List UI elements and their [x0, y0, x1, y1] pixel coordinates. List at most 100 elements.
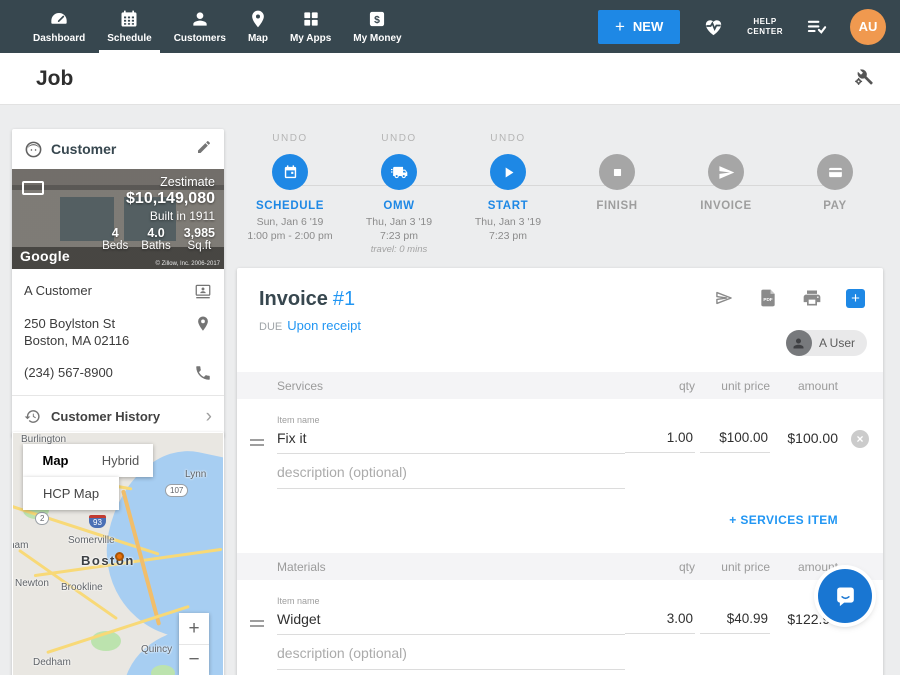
pay-step-button[interactable]: [817, 154, 853, 190]
nav-dashboard[interactable]: Dashboard: [22, 0, 96, 53]
service-line-item: Item name $100.00 ×: [237, 399, 883, 454]
start-step-button[interactable]: [490, 154, 526, 190]
step-label: SCHEDULE: [235, 200, 345, 212]
chat-bubble-icon: [832, 583, 859, 610]
send-invoice-button[interactable]: [714, 288, 734, 308]
workflow-step-invoice: INVOICE: [671, 133, 781, 212]
page-title: Job: [36, 67, 73, 91]
help-center-link[interactable]: HELP CENTER: [747, 17, 783, 37]
item-name-label: Item name: [277, 415, 625, 425]
fact-value: 4: [112, 226, 119, 240]
assignee-avatar: [786, 330, 812, 356]
unit-price-input[interactable]: [700, 430, 770, 453]
stop-icon: [609, 164, 626, 181]
contact-card-icon[interactable]: [194, 282, 212, 300]
history-icon: [24, 408, 41, 425]
property-photo[interactable]: Zestimate $10,149,080 Built in 1911 4Bed…: [12, 169, 224, 269]
qty-input[interactable]: [625, 611, 695, 634]
workflow-step-start: UNDO START Thu, Jan 3 '19 7:23 pm: [453, 133, 563, 243]
step-time: 7:23 pm: [344, 229, 454, 243]
unit-price-input[interactable]: [700, 611, 770, 634]
phone-icon[interactable]: [194, 364, 212, 382]
invoice-header: Invoice#1 DUEUpon receipt PDF +: [237, 268, 883, 372]
user-avatar[interactable]: AU: [850, 9, 886, 45]
qty-input[interactable]: [625, 430, 695, 453]
customer-contact: A Customer 250 Boylston StBoston, MA 021…: [12, 269, 224, 389]
invoice-due-row: DUEUpon receipt: [259, 317, 861, 335]
money-icon: $: [367, 9, 387, 29]
nav-label: Customers: [174, 33, 226, 44]
pdf-button[interactable]: PDF: [758, 288, 778, 308]
map-type-map-button[interactable]: Map: [23, 453, 88, 468]
omw-step-button[interactable]: [381, 154, 417, 190]
customer-card-title: Customer: [51, 141, 188, 157]
nav-label: Schedule: [107, 33, 151, 44]
line-amount: $100.00: [770, 415, 838, 446]
customer-name: A Customer: [24, 282, 194, 299]
fact-label: Sq.ft: [188, 240, 212, 252]
map-park: [151, 665, 175, 675]
zoom-in-button[interactable]: +: [179, 613, 209, 644]
item-name-input[interactable]: [277, 430, 625, 454]
nav-map[interactable]: Map: [237, 0, 279, 53]
job-location-marker[interactable]: [115, 552, 124, 561]
nav-customers[interactable]: Customers: [163, 0, 237, 53]
send-icon: [718, 164, 735, 181]
section-name: Materials: [277, 560, 625, 574]
map-canvas[interactable]: Burlington Lynn ham Somerville Boston Ne…: [13, 433, 223, 675]
due-value-link[interactable]: Upon receipt: [287, 318, 361, 333]
assignee-chip[interactable]: A User: [786, 330, 867, 356]
street-view-icon: [22, 181, 44, 195]
customer-card: Customer Zestimate $10,149,080 Built in …: [12, 129, 224, 437]
interstate-93-shield: 93: [89, 515, 106, 528]
page-header: Job: [0, 53, 900, 105]
map-type-hybrid-button[interactable]: Hybrid: [88, 453, 153, 468]
chat-fab-button[interactable]: [818, 569, 872, 623]
photo-copyright: © Zillow, Inc. 2006-2017: [156, 261, 220, 267]
zoom-out-button[interactable]: −: [179, 644, 209, 675]
finish-step-button[interactable]: [599, 154, 635, 190]
fact-label: Beds: [102, 240, 128, 252]
job-settings-button[interactable]: [853, 66, 874, 92]
map-pin-icon: [248, 9, 268, 29]
description-input[interactable]: [277, 464, 625, 489]
wrench-gear-icon: [853, 66, 874, 87]
map-label: Newton: [15, 578, 49, 589]
location-pin-icon[interactable]: [194, 315, 212, 333]
health-heart-icon[interactable]: [702, 15, 725, 38]
delete-line-button[interactable]: ×: [851, 430, 869, 448]
invoice-step-button[interactable]: [708, 154, 744, 190]
nav-label: My Money: [353, 33, 401, 44]
add-services-item-link[interactable]: + SERVICES ITEM: [729, 513, 838, 527]
undo-schedule-button[interactable]: UNDO: [235, 133, 345, 146]
nav-my-money[interactable]: $ My Money: [342, 0, 412, 53]
checklist-icon[interactable]: [805, 15, 828, 38]
svg-text:$: $: [375, 15, 381, 26]
svg-text:PDF: PDF: [763, 297, 772, 302]
add-materials-row: + MATERIALS ITEM: [237, 670, 883, 675]
apps-grid-icon: [301, 9, 321, 29]
drag-handle[interactable]: [237, 415, 277, 446]
nav-label: Dashboard: [33, 33, 85, 44]
description-input[interactable]: [277, 645, 625, 670]
print-button[interactable]: [802, 288, 822, 308]
hcp-map-button[interactable]: HCP Map: [23, 477, 119, 510]
drag-handle[interactable]: [237, 596, 277, 627]
undo-start-button[interactable]: UNDO: [453, 133, 563, 146]
step-time: 1:00 pm - 2:00 pm: [235, 229, 345, 243]
new-button[interactable]: + NEW: [598, 10, 680, 44]
invoice-title: Invoice: [259, 288, 328, 310]
pdf-icon: PDF: [758, 288, 778, 308]
workflow-step-schedule: UNDO SCHEDULE Sun, Jan 6 '19 1:00 pm - 2…: [235, 133, 345, 243]
nav-label: Map: [248, 33, 268, 44]
schedule-step-button[interactable]: [272, 154, 308, 190]
undo-omw-button[interactable]: UNDO: [344, 133, 454, 146]
customer-history-row[interactable]: Customer History ›: [12, 396, 224, 437]
item-name-input[interactable]: [277, 611, 625, 635]
add-invoice-button[interactable]: +: [846, 289, 865, 308]
edit-customer-button[interactable]: [196, 139, 212, 160]
assignee-name: A User: [819, 336, 855, 350]
pencil-icon: [196, 139, 212, 155]
nav-my-apps[interactable]: My Apps: [279, 0, 342, 53]
nav-schedule[interactable]: Schedule: [96, 0, 162, 53]
